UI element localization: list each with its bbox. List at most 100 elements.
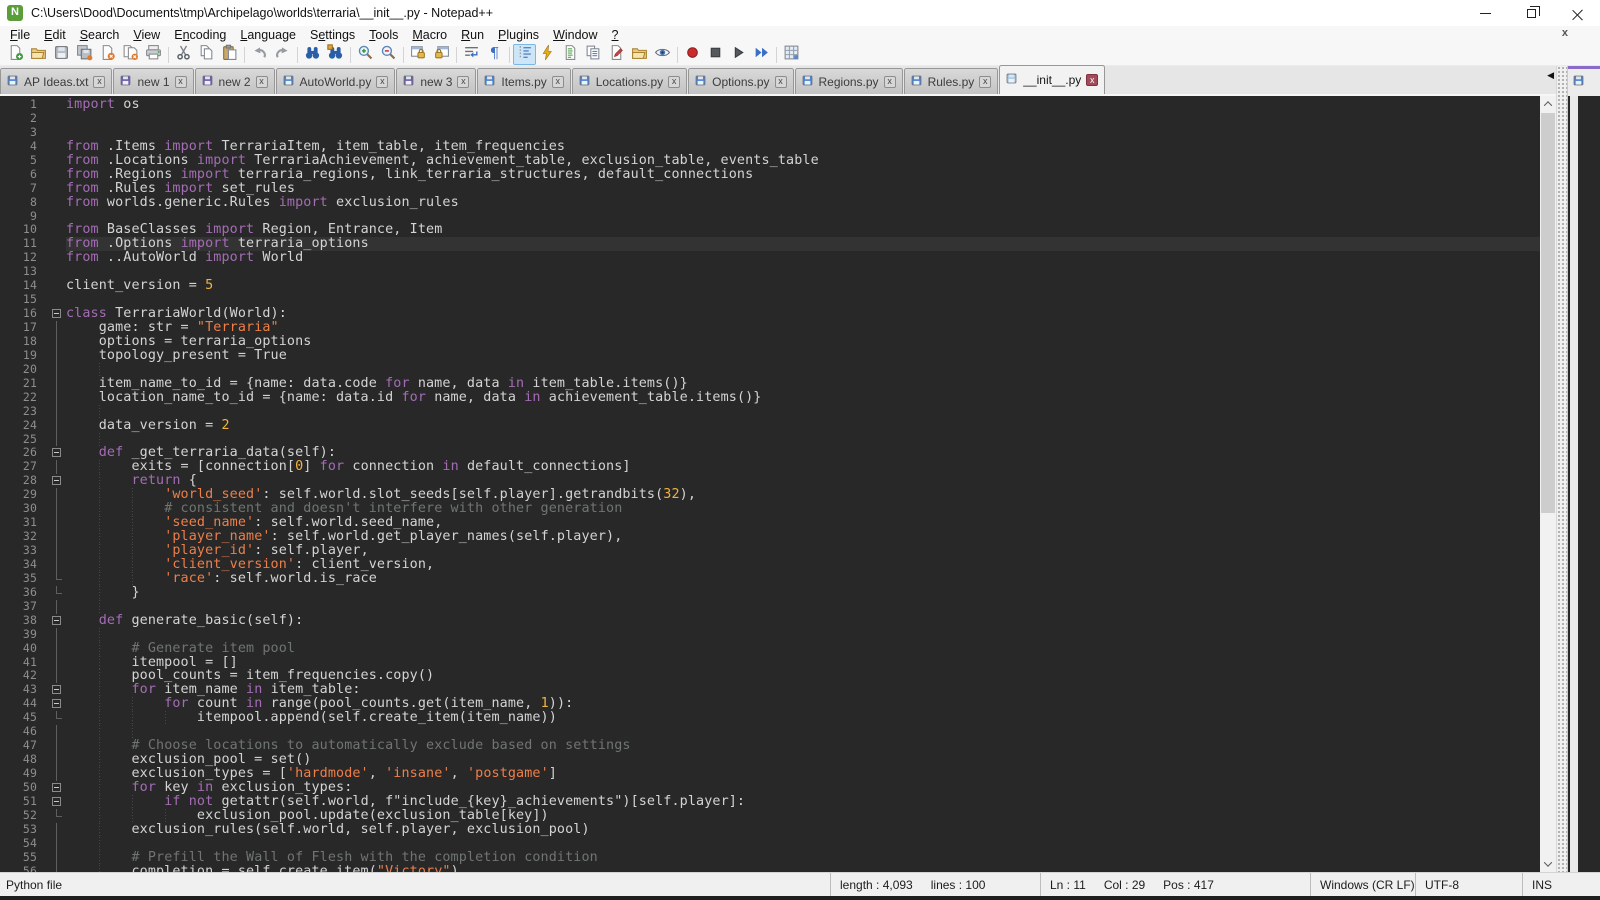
code-text[interactable]: item_name_to_id = {name: data.code for n… [66, 377, 1540, 391]
tab-close-icon[interactable]: x [376, 76, 388, 88]
code-text[interactable]: exclusion_types = ['hardmode', 'insane',… [66, 767, 1540, 781]
fold-margin[interactable] [46, 530, 66, 544]
replace-button[interactable] [324, 44, 347, 65]
fold-collapse-marker[interactable] [52, 699, 61, 708]
fold-collapse-marker[interactable] [52, 685, 61, 694]
tab-close-icon[interactable]: x [668, 76, 680, 88]
tab-new-3[interactable]: new 3x [396, 68, 476, 94]
code-text[interactable]: completion = self.create_item("Victory") [66, 865, 1540, 872]
scrollbar-thumb[interactable] [1541, 113, 1555, 513]
code-text[interactable]: 'client_version': client_version, [66, 558, 1540, 572]
code-text[interactable]: # Prefill the Wall of Flesh with the com… [66, 851, 1540, 865]
menu-help[interactable]: ? [605, 27, 626, 43]
scroll-up-button[interactable] [1540, 96, 1556, 112]
menu-encoding[interactable]: Encoding [167, 27, 233, 43]
tab-close-icon[interactable]: x [884, 76, 896, 88]
code-text[interactable]: from .Locations import TerrariaAchieveme… [66, 154, 1540, 168]
menu-language[interactable]: Language [233, 27, 303, 43]
code-text[interactable]: from .Items import TerrariaItem, item_ta… [66, 140, 1540, 154]
save-button[interactable] [50, 44, 73, 65]
fold-margin[interactable] [46, 446, 66, 460]
code-text[interactable]: exclusion_pool.update(exclusion_table[ke… [66, 809, 1540, 823]
fold-margin[interactable] [46, 349, 66, 363]
save-all-button[interactable] [73, 44, 96, 65]
code-text[interactable]: from .Rules import set_rules [66, 182, 1540, 196]
code-text[interactable]: itempool.append(self.create_item(item_na… [66, 711, 1540, 725]
fold-margin[interactable] [46, 321, 66, 335]
fold-margin[interactable] [46, 781, 66, 795]
code-text[interactable]: from worlds.generic.Rules import exclusi… [66, 196, 1540, 210]
restore-button[interactable] [1508, 0, 1554, 26]
sync-scroll-vertical-button[interactable] [407, 44, 430, 65]
code-text[interactable]: for count in range(pool_counts.get(item_… [66, 697, 1540, 711]
tab-options-py[interactable]: Options.pyx [688, 68, 793, 94]
word-wrap-button[interactable] [460, 44, 483, 65]
zoom-in-button[interactable] [354, 44, 377, 65]
code-text[interactable]: for key in exclusion_types: [66, 781, 1540, 795]
fold-margin[interactable] [46, 502, 66, 516]
code-text[interactable]: # consistent and doesn't interfere with … [66, 502, 1540, 516]
zoom-out-button[interactable] [377, 44, 400, 65]
tab-items-py[interactable]: Items.pyx [477, 68, 570, 94]
code-text[interactable] [66, 837, 1540, 851]
code-text[interactable]: exclusion_pool = set() [66, 753, 1540, 767]
fold-margin[interactable] [46, 335, 66, 349]
tab-regions-py[interactable]: Regions.pyx [795, 68, 903, 94]
code-text[interactable]: exclusion_rules(self.world, self.player,… [66, 823, 1540, 837]
undo-button[interactable] [248, 44, 271, 65]
fold-margin[interactable] [46, 293, 66, 307]
tab-rules-py[interactable]: Rules.pyx [904, 68, 999, 94]
code-text[interactable]: from BaseClasses import Region, Entrance… [66, 223, 1540, 237]
fold-margin[interactable] [46, 279, 66, 293]
menu-settings[interactable]: Settings [303, 27, 362, 43]
folder-as-workspace-button[interactable] [628, 44, 651, 65]
code-text[interactable] [66, 405, 1540, 419]
cut-button[interactable] [172, 44, 195, 65]
code-text[interactable]: } [66, 586, 1540, 600]
code-text[interactable]: pool_counts = item_frequencies.copy() [66, 669, 1540, 683]
fold-margin[interactable] [46, 182, 66, 196]
fold-collapse-marker[interactable] [52, 448, 61, 457]
fold-margin[interactable] [46, 683, 66, 697]
fold-margin[interactable] [46, 363, 66, 377]
function-list-button[interactable] [536, 44, 559, 65]
code-text[interactable]: itempool = [] [66, 656, 1540, 670]
fold-margin[interactable] [46, 210, 66, 224]
code-text[interactable]: # Generate item pool [66, 642, 1540, 656]
code-text[interactable]: from .Options import terraria_options [66, 237, 1540, 251]
fold-margin[interactable] [46, 168, 66, 182]
fold-margin[interactable] [46, 474, 66, 488]
code-text[interactable] [66, 126, 1540, 140]
menu-file[interactable]: File [3, 27, 37, 43]
code-text[interactable] [66, 293, 1540, 307]
fold-margin[interactable] [46, 851, 66, 865]
menu-plugins[interactable]: Plugins [491, 27, 546, 43]
code-text[interactable]: if not getattr(self.world, f"include_{ke… [66, 795, 1540, 809]
tab-__init__-py[interactable]: __init__.pyx [999, 65, 1105, 94]
macro-run-multiple-button[interactable] [750, 44, 773, 65]
monitoring-button[interactable] [651, 44, 674, 65]
macro-record-button[interactable] [681, 44, 704, 65]
copy-button[interactable] [195, 44, 218, 65]
tab-close-icon[interactable]: x [979, 76, 991, 88]
fold-margin[interactable] [46, 558, 66, 572]
close-button[interactable] [1554, 0, 1600, 26]
code-editor[interactable]: 1import os234from .Items import Terraria… [0, 96, 1540, 872]
code-text[interactable]: from .Regions import terraria_regions, l… [66, 168, 1540, 182]
fold-collapse-marker[interactable] [52, 783, 61, 792]
fold-margin[interactable] [46, 669, 66, 683]
code-text[interactable]: 'world_seed': self.world.slot_seeds[self… [66, 488, 1540, 502]
fold-margin[interactable] [46, 572, 66, 586]
print-button[interactable] [142, 44, 165, 65]
code-text[interactable]: import os [66, 98, 1540, 112]
code-text[interactable]: # Choose locations to automatically excl… [66, 739, 1540, 753]
menu-window[interactable]: Window [546, 27, 604, 43]
second-view-tab[interactable] [1568, 66, 1600, 96]
code-text[interactable] [66, 265, 1540, 279]
fold-margin[interactable] [46, 656, 66, 670]
fold-margin[interactable] [46, 795, 66, 809]
tab-scroll-left-icon[interactable]: ◀ [1547, 70, 1554, 81]
fold-margin[interactable] [46, 642, 66, 656]
tab-close-icon[interactable]: x [175, 76, 187, 88]
scroll-down-button[interactable] [1540, 856, 1556, 872]
